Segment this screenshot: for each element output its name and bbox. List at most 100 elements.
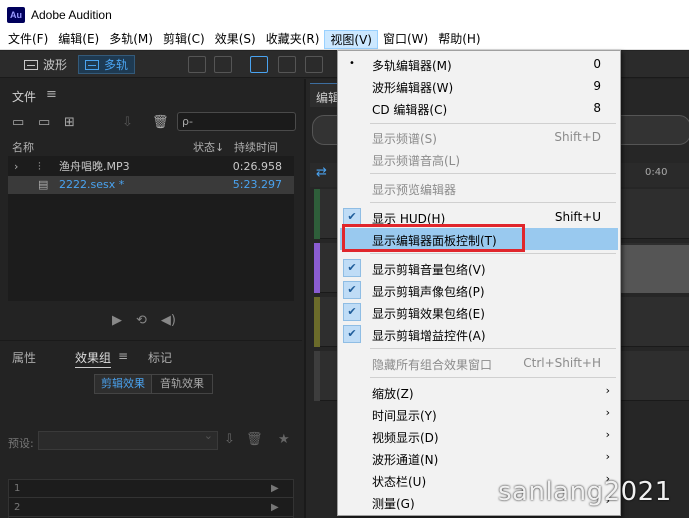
waveform-view-button[interactable]: 波形 <box>24 55 67 74</box>
view-dropdown-menu: • 多轨编辑器(M) 0 波形编辑器(W) 9 CD 编辑器(C) 8 显示频谱… <box>337 50 621 516</box>
files-panel-title: 文件 <box>12 90 37 104</box>
delete-preset-icon[interactable]: 🗑 <box>246 432 263 447</box>
menu-item-label: CD 编辑器(C) <box>372 103 448 117</box>
search-input[interactable]: ρ- <box>177 112 296 131</box>
menu-item-label: 显示剪辑增益控件(A) <box>372 329 486 343</box>
menu-multitrack[interactable]: 多轨(M) <box>104 30 158 49</box>
session-file-icon: ▤ <box>38 178 49 191</box>
spectral-frequency-icon[interactable] <box>188 56 206 73</box>
menu-item-label: 显示频谱音高(L) <box>372 154 461 168</box>
tab-markers[interactable]: 标记 <box>148 349 172 366</box>
menu-item-label: 隐藏所有组合效果窗口 <box>372 358 493 372</box>
column-duration[interactable]: 持续时间 <box>234 139 278 155</box>
column-status[interactable]: 状态↓ <box>193 139 224 155</box>
annotation-highlight-box <box>342 224 525 252</box>
slip-tool-icon[interactable] <box>305 56 323 73</box>
menu-window[interactable]: 窗口(W) <box>378 30 433 49</box>
play-icon[interactable]: ▶ <box>112 313 122 328</box>
loop-icon[interactable]: ⟲ <box>136 313 147 328</box>
menu-item-zoom[interactable]: 缩放(Z) › <box>340 381 618 403</box>
razor-tool-icon[interactable] <box>278 56 296 73</box>
track-color-stripe <box>314 297 320 347</box>
submenu-arrow-icon: › <box>605 384 610 397</box>
menu-item-hide-effect-windows[interactable]: 隐藏所有组合效果窗口 Ctrl+Shift+H <box>340 352 618 374</box>
file-duration: 5:23.297 <box>232 178 282 191</box>
menu-item-clip-volume-envelopes[interactable]: ✔ 显示剪辑音量包络(V) <box>340 257 618 279</box>
menu-item-show-spectral-pitch[interactable]: 显示频谱音高(L) <box>340 148 618 170</box>
menu-item-label: 显示剪辑音量包络(V) <box>372 263 486 277</box>
menu-item-time-display[interactable]: 时间显示(Y) › <box>340 403 618 425</box>
menu-item-label: 波形通道(N) <box>372 453 439 467</box>
panel-menu-icon[interactable]: ≡ <box>118 349 128 363</box>
open-folder-icon[interactable]: ▭ <box>12 115 24 130</box>
menu-item-show-spectrum[interactable]: 显示频谱(S) Shift+D <box>340 126 618 148</box>
checkmark-icon: ✔ <box>343 325 361 343</box>
waveform-label: 波形 <box>43 58 68 72</box>
file-list: › ⫶ 渔舟唱晚.MP3 0:26.958 ▤ 2222.sesx * 5:23… <box>8 156 294 301</box>
menu-favorites[interactable]: 收藏夹(R) <box>261 30 325 49</box>
menu-view[interactable]: 视图(V) <box>324 30 378 49</box>
menu-item-cd-editor[interactable]: CD 编辑器(C) 8 <box>340 97 618 119</box>
multitrack-label: 多轨 <box>104 58 129 72</box>
tab-effects-rack[interactable]: 效果组 <box>75 349 112 368</box>
column-name[interactable]: 名称 <box>12 139 34 155</box>
import-icon[interactable]: ▭ <box>38 115 50 130</box>
effects-rack-list: 1 ▶ 2 ▶ <box>8 479 294 518</box>
tab-properties[interactable]: 属性 <box>12 349 36 366</box>
preset-label: 预设: <box>8 437 34 450</box>
menu-edit[interactable]: 编辑(E) <box>53 30 104 49</box>
new-file-icon[interactable]: ⊞ <box>64 115 75 130</box>
file-row[interactable]: ▤ 2222.sesx * 5:23.297 <box>8 176 294 194</box>
audio-file-icon: ⫶ <box>38 160 41 173</box>
preset-dropdown[interactable] <box>38 429 218 450</box>
menu-item-clip-gain-controls[interactable]: ✔ 显示剪辑增益控件(A) <box>340 323 618 345</box>
menu-item-label: 视频显示(D) <box>372 431 439 445</box>
menu-separator <box>370 202 616 203</box>
multitrack-view-button[interactable]: 多轨 <box>78 55 136 74</box>
files-panel: 文件 ≡ ▭ ▭ ⊞ ⇩ 🗑 ρ- 名称 状态↓ 持续时间 › ⫶ 渔舟唱晚.M… <box>0 79 302 339</box>
menu-separator <box>370 348 616 349</box>
menu-item-show-preview-editor[interactable]: 显示预览编辑器 <box>340 177 618 199</box>
slot-arrow-icon[interactable]: ▶ <box>271 502 279 513</box>
spectral-pitch-icon[interactable] <box>214 56 232 73</box>
move-tool-icon[interactable] <box>250 56 268 73</box>
favorite-star-icon[interactable]: ★ <box>278 432 290 447</box>
expand-chevron-icon[interactable]: › <box>14 158 18 176</box>
trash-icon[interactable]: 🗑 <box>152 115 169 130</box>
save-preset-icon[interactable]: ⇩ <box>224 432 235 447</box>
rack-slot[interactable]: 1 ▶ <box>9 480 293 498</box>
tab-track-effects[interactable]: 音轨效果 <box>152 375 212 393</box>
file-name: 渔舟唱晚.MP3 <box>59 160 130 173</box>
file-row[interactable]: › ⫶ 渔舟唱晚.MP3 0:26.958 <box>8 158 294 176</box>
panel-menu-icon[interactable]: ≡ <box>46 87 57 102</box>
track-color-stripe <box>314 351 320 401</box>
swap-icon[interactable]: ⇄ <box>316 165 334 182</box>
tab-clip-effects[interactable]: 剪辑效果 <box>95 375 152 393</box>
slot-arrow-icon[interactable]: ▶ <box>271 483 279 494</box>
menu-item-video-display[interactable]: 视频显示(D) › <box>340 425 618 447</box>
rack-slot[interactable]: 2 ▶ <box>9 499 293 517</box>
menu-item-clip-pan-envelopes[interactable]: ✔ 显示剪辑声像包络(P) <box>340 279 618 301</box>
insert-icon[interactable]: ⇩ <box>122 115 133 130</box>
menu-help[interactable]: 帮助(H) <box>433 30 485 49</box>
multitrack-icon <box>85 59 99 70</box>
menu-item-shortcut: 0 <box>593 57 601 71</box>
menu-item-shortcut: Shift+D <box>554 130 601 144</box>
menu-effects[interactable]: 效果(S) <box>210 30 261 49</box>
menu-item-multitrack-editor[interactable]: • 多轨编辑器(M) 0 <box>340 53 618 75</box>
track-color-stripe <box>314 243 320 293</box>
menu-item-waveform-channels[interactable]: 波形通道(N) › <box>340 447 618 469</box>
menu-item-label: 显示频谱(S) <box>372 132 437 146</box>
menu-item-label: 显示剪辑声像包络(P) <box>372 285 485 299</box>
volume-icon[interactable]: ◀) <box>161 313 176 328</box>
menu-item-label: 多轨编辑器(M) <box>372 59 452 73</box>
menu-separator <box>370 253 616 254</box>
effects-subtabs: 剪辑效果 音轨效果 <box>94 374 213 394</box>
menu-item-waveform-editor[interactable]: 波形编辑器(W) 9 <box>340 75 618 97</box>
submenu-arrow-icon: › <box>605 406 610 419</box>
menu-item-label: 显示剪辑效果包络(E) <box>372 307 485 321</box>
submenu-arrow-icon: › <box>605 428 610 441</box>
menu-clip[interactable]: 剪辑(C) <box>158 30 210 49</box>
menu-item-clip-effect-envelopes[interactable]: ✔ 显示剪辑效果包络(E) <box>340 301 618 323</box>
menu-file[interactable]: 文件(F) <box>3 30 53 49</box>
